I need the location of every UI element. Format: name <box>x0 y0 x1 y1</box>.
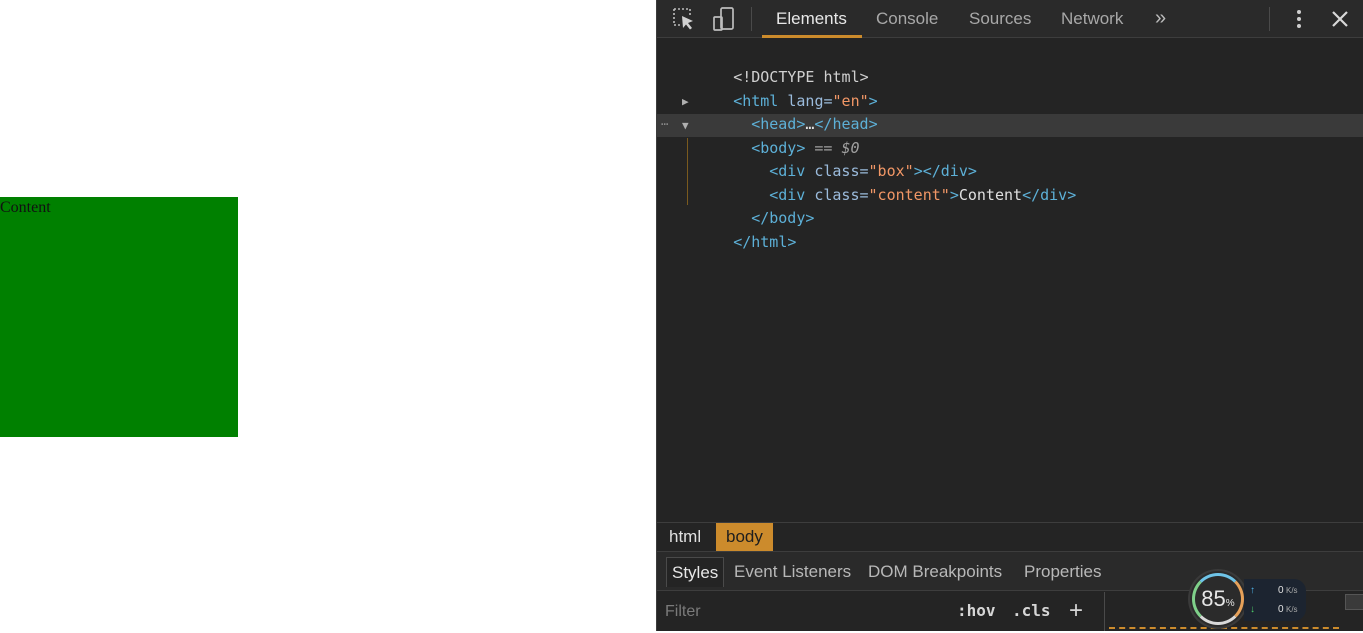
close-icon[interactable] <box>1327 6 1353 32</box>
gauge-percent: 85 <box>1201 586 1226 611</box>
upload-rate: ↑ 0 K/s <box>1250 582 1302 600</box>
styles-filter-bar: :hov .cls + <box>657 591 1105 631</box>
tab-event-listeners[interactable]: Event Listeners <box>734 557 851 587</box>
dom-div-box[interactable]: <div class="box"></div> <box>715 137 977 180</box>
gauge-value: 85% <box>1190 586 1246 612</box>
download-arrow-icon: ↓ <box>1250 604 1255 615</box>
indent-guide <box>687 138 688 205</box>
transfer-rates: ↑ 0 K/s ↓ 0 K/s <box>1244 579 1306 621</box>
toolbar-divider <box>751 7 752 31</box>
tab-dom-breakpoints[interactable]: DOM Breakpoints <box>868 557 1002 587</box>
download-rate: ↓ 0 K/s <box>1250 601 1302 619</box>
tab-properties[interactable]: Properties <box>1024 557 1101 587</box>
dom-div-content[interactable]: <div class="content">Content</div> <box>715 161 1076 204</box>
dom-body-close[interactable]: </body> <box>697 184 814 227</box>
devtools-toolbar: Elements Console Sources Network » <box>657 0 1363 38</box>
filter-input[interactable] <box>663 599 947 625</box>
row-actions-icon[interactable]: ⋯ <box>661 114 668 134</box>
usage-gauge: 85% <box>1190 571 1246 627</box>
gauge-percent-unit: % <box>1225 598 1235 609</box>
div-attr-value: "content" <box>868 186 950 204</box>
inspect-element-icon[interactable] <box>671 6 697 32</box>
tab-elements[interactable]: Elements <box>776 0 847 38</box>
dom-head[interactable]: <head>…</head> <box>697 90 877 133</box>
div-attr-name: class= <box>805 186 869 204</box>
new-style-rule-button[interactable]: + <box>1069 591 1083 631</box>
dom-html-open[interactable]: <html lang="en"> <box>679 67 878 110</box>
breadcrumb: html body <box>657 522 1363 551</box>
network-speed-widget[interactable]: 85% ↑ 0 K/s ↓ 0 K/s <box>1190 571 1310 629</box>
upload-unit: K/s <box>1286 586 1298 595</box>
html-close-tag: </html> <box>733 233 797 251</box>
upload-value: 0 <box>1278 585 1284 596</box>
tab-network[interactable]: Network <box>1061 0 1123 38</box>
upload-arrow-icon: ↑ <box>1250 585 1255 596</box>
div-close-tag: </div> <box>1022 186 1077 204</box>
active-tab-indicator <box>762 35 862 38</box>
content-text: Content <box>0 199 51 216</box>
expand-triangle-icon[interactable]: ▶ <box>682 90 689 113</box>
div-text-node: Content <box>958 186 1023 204</box>
dom-html-close[interactable]: </html> <box>679 208 796 251</box>
tab-console[interactable]: Console <box>876 0 938 38</box>
dom-body-open[interactable]: <body> == $0 <box>697 114 859 157</box>
collapse-triangle-icon[interactable]: ▼ <box>682 114 689 137</box>
class-toggle-button[interactable]: .cls <box>1012 591 1051 631</box>
download-value: 0 <box>1278 604 1284 615</box>
dom-doctype[interactable]: <!DOCTYPE html> <box>679 43 868 86</box>
page-viewport: Content <box>0 0 656 631</box>
breadcrumb-body[interactable]: body <box>716 523 773 551</box>
breadcrumb-html[interactable]: html <box>659 523 711 551</box>
tab-styles[interactable]: Styles <box>666 557 725 587</box>
download-unit: K/s <box>1286 605 1298 614</box>
device-toolbar-icon[interactable] <box>711 6 737 32</box>
div-tag-end: > <box>949 186 959 204</box>
kebab-menu-icon[interactable] <box>1286 6 1312 32</box>
hover-state-button[interactable]: :hov <box>957 591 996 631</box>
more-tabs-icon[interactable]: » <box>1155 0 1166 38</box>
scrollbar[interactable] <box>1345 594 1363 610</box>
dom-tree: ⋯ <!DOCTYPE html> <html lang="en"> ▶ <he… <box>657 40 1363 520</box>
green-box <box>0 197 238 437</box>
pane-divider[interactable] <box>1104 592 1105 631</box>
toolbar-divider <box>1269 7 1270 31</box>
devtools-panel: Elements Console Sources Network » ⋯ <!D… <box>656 0 1363 631</box>
tab-sources[interactable]: Sources <box>969 0 1031 38</box>
